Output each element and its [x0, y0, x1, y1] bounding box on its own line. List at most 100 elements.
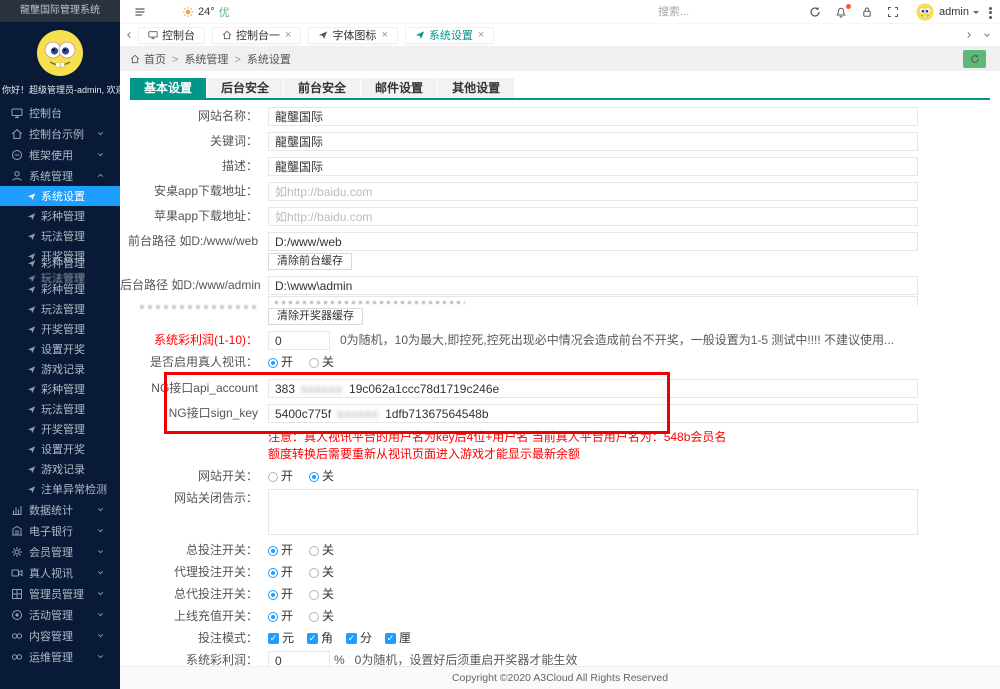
- radio-option[interactable]: 开: [268, 467, 293, 486]
- settings-tab[interactable]: 邮件设置: [361, 78, 437, 98]
- breadcrumb-separator: >: [172, 54, 178, 66]
- sidebar-subitem[interactable]: 游戏记录: [0, 459, 120, 479]
- tab-控制台一[interactable]: 控制台一×: [212, 27, 301, 44]
- tab-close-icon[interactable]: ×: [478, 30, 484, 41]
- settings-tab[interactable]: 基本设置: [130, 78, 206, 98]
- form-input[interactable]: [268, 132, 918, 151]
- sidebar-item[interactable]: 运维管理: [0, 646, 120, 667]
- warning-note-line: 额度转换后需要重新从视讯页面进入游戏才能显示最新余额: [268, 446, 1000, 463]
- radio-option[interactable]: 关: [309, 353, 334, 372]
- sidebar-item[interactable]: 电子银行: [0, 520, 120, 541]
- sidebar-item[interactable]: 系统管理: [0, 165, 120, 186]
- sidebar-subitem[interactable]: 开奖管理: [0, 319, 120, 339]
- help-text: 0为随机，10为最大,即控死,控死出现必中情况会造成前台不开奖，一般设置为1-5…: [340, 331, 894, 350]
- sidebar-subitem[interactable]: 彩种管理: [0, 379, 120, 399]
- tab-close-icon[interactable]: ×: [285, 30, 291, 41]
- sidebar-subitem[interactable]: 玩法管理: [0, 299, 120, 319]
- settings-tab[interactable]: 后台安全: [207, 78, 283, 98]
- notice-textarea[interactable]: [268, 489, 918, 535]
- form-input[interactable]: 383xxxxxx19c062a1ccc78d1719c246e: [268, 379, 918, 398]
- tab-控制台[interactable]: 控制台: [138, 27, 205, 44]
- sidebar-item[interactable]: 数据统计: [0, 499, 120, 520]
- checkbox-option[interactable]: ✓厘: [385, 629, 411, 648]
- sidebar-item-label: 控制台: [29, 105, 62, 121]
- settings-tab[interactable]: 其他设置: [438, 78, 514, 98]
- checkbox-option[interactable]: ✓元: [268, 629, 294, 648]
- sidebar-item[interactable]: 内容管理: [0, 625, 120, 646]
- sidebar-subitem[interactable]: 系统设置: [0, 186, 120, 206]
- avatar[interactable]: [916, 3, 934, 21]
- topbar: 24° 优 admin: [120, 0, 1000, 24]
- radio-option[interactable]: 开: [268, 563, 293, 582]
- sidebar-subitem[interactable]: 设置开奖: [0, 339, 120, 359]
- form-input[interactable]: [268, 207, 918, 226]
- radio-option[interactable]: 开: [268, 541, 293, 560]
- notifications-icon[interactable]: [828, 6, 854, 18]
- form-input[interactable]: 5400c775fxxxxxx1dfb71367564548b: [268, 404, 918, 423]
- sidebar-subitem[interactable]: 彩种管理: [0, 206, 120, 226]
- sidebar-subitem[interactable]: 玩法管理: [0, 399, 120, 419]
- tab-close-icon[interactable]: ×: [381, 30, 387, 41]
- sidebar-item[interactable]: 控制台示例: [0, 123, 120, 144]
- form-input[interactable]: [268, 331, 330, 350]
- form-input[interactable]: [268, 107, 918, 126]
- chevron-down-icon: [96, 568, 105, 577]
- tab-系统设置[interactable]: 系统设置×: [405, 27, 494, 44]
- sidebar-subitem-label: 设置开奖: [41, 341, 85, 357]
- breadcrumb-item[interactable]: 首页: [144, 54, 166, 66]
- sidebar-menu: 控制台控制台示例框架使用系统管理系统设置彩种管理玩法管理开奖管理彩种管理玩法管理…: [0, 102, 120, 667]
- user-menu[interactable]: admin: [939, 6, 979, 18]
- sidebar-subitem[interactable]: 游戏记录: [0, 359, 120, 379]
- sidebar-item[interactable]: 真人视讯: [0, 562, 120, 583]
- sidebar-item[interactable]: 活动管理: [0, 604, 120, 625]
- radio-option[interactable]: 关: [309, 607, 334, 626]
- form-input[interactable]: [268, 157, 918, 176]
- sidebar-item[interactable]: 会员管理: [0, 541, 120, 562]
- tabs-scroll-left-icon[interactable]: [120, 30, 138, 40]
- checkbox-option[interactable]: ✓分: [346, 629, 372, 648]
- sidebar-item-label: 内容管理: [29, 628, 73, 644]
- radio-option[interactable]: 关: [309, 563, 334, 582]
- breadcrumb-item[interactable]: 系统管理: [184, 54, 228, 66]
- radio-option[interactable]: 开: [268, 585, 293, 604]
- tabs-scroll-right-icon[interactable]: [960, 30, 978, 40]
- video-icon: [11, 567, 23, 579]
- sidebar-item[interactable]: 控制台: [0, 102, 120, 123]
- menu-toggle-icon[interactable]: [128, 6, 152, 18]
- lock-icon[interactable]: [854, 6, 880, 18]
- breadcrumb-item[interactable]: 系统设置: [247, 54, 291, 66]
- refresh-page-button[interactable]: [963, 50, 986, 68]
- sidebar-item[interactable]: 框架使用: [0, 144, 120, 165]
- checkbox-option[interactable]: ✓角: [307, 629, 333, 648]
- sidebar-subitem[interactable]: 玩法管理: [0, 226, 120, 246]
- sidebar-subitem[interactable]: 开奖管理: [0, 419, 120, 439]
- tabs-menu-icon[interactable]: [978, 30, 996, 40]
- sidebar-item[interactable]: 管理员管理: [0, 583, 120, 604]
- radio-option[interactable]: 开: [268, 353, 293, 372]
- target-icon: [11, 609, 23, 621]
- clear-cache-button[interactable]: 清除前台缓存: [268, 253, 352, 270]
- form-input[interactable]: [268, 651, 330, 666]
- radio-option[interactable]: 关: [309, 541, 334, 560]
- radio-option[interactable]: 关: [309, 467, 334, 486]
- radio-option[interactable]: 开: [268, 607, 293, 626]
- sidebar-subitem[interactable]: 彩种管理: [0, 253, 120, 273]
- form-input[interactable]: [268, 232, 918, 251]
- fullscreen-icon[interactable]: [880, 6, 906, 18]
- sidebar-subitem-label: 玩法管理: [41, 301, 85, 317]
- submenu-arrow-icon: [27, 425, 36, 434]
- refresh-icon[interactable]: [802, 6, 828, 18]
- chevron-down-icon: [96, 505, 105, 514]
- form-input[interactable]: [268, 276, 918, 295]
- settings-tab[interactable]: 前台安全: [284, 78, 360, 98]
- more-menu-icon[interactable]: [979, 3, 1000, 20]
- clear-cache-button[interactable]: 清除开奖器缓存: [268, 308, 363, 325]
- search-input[interactable]: [658, 6, 768, 18]
- form-input[interactable]: [268, 182, 918, 201]
- radio-option[interactable]: 关: [309, 585, 334, 604]
- tab-字体图标[interactable]: 字体图标×: [308, 27, 397, 44]
- sidebar-subitem[interactable]: 设置开奖: [0, 439, 120, 459]
- sidebar-subitem[interactable]: 彩种管理: [0, 279, 120, 299]
- input-with-button: 清除前台缓存: [268, 232, 918, 270]
- sidebar-subitem[interactable]: 注单异常检测: [0, 479, 120, 499]
